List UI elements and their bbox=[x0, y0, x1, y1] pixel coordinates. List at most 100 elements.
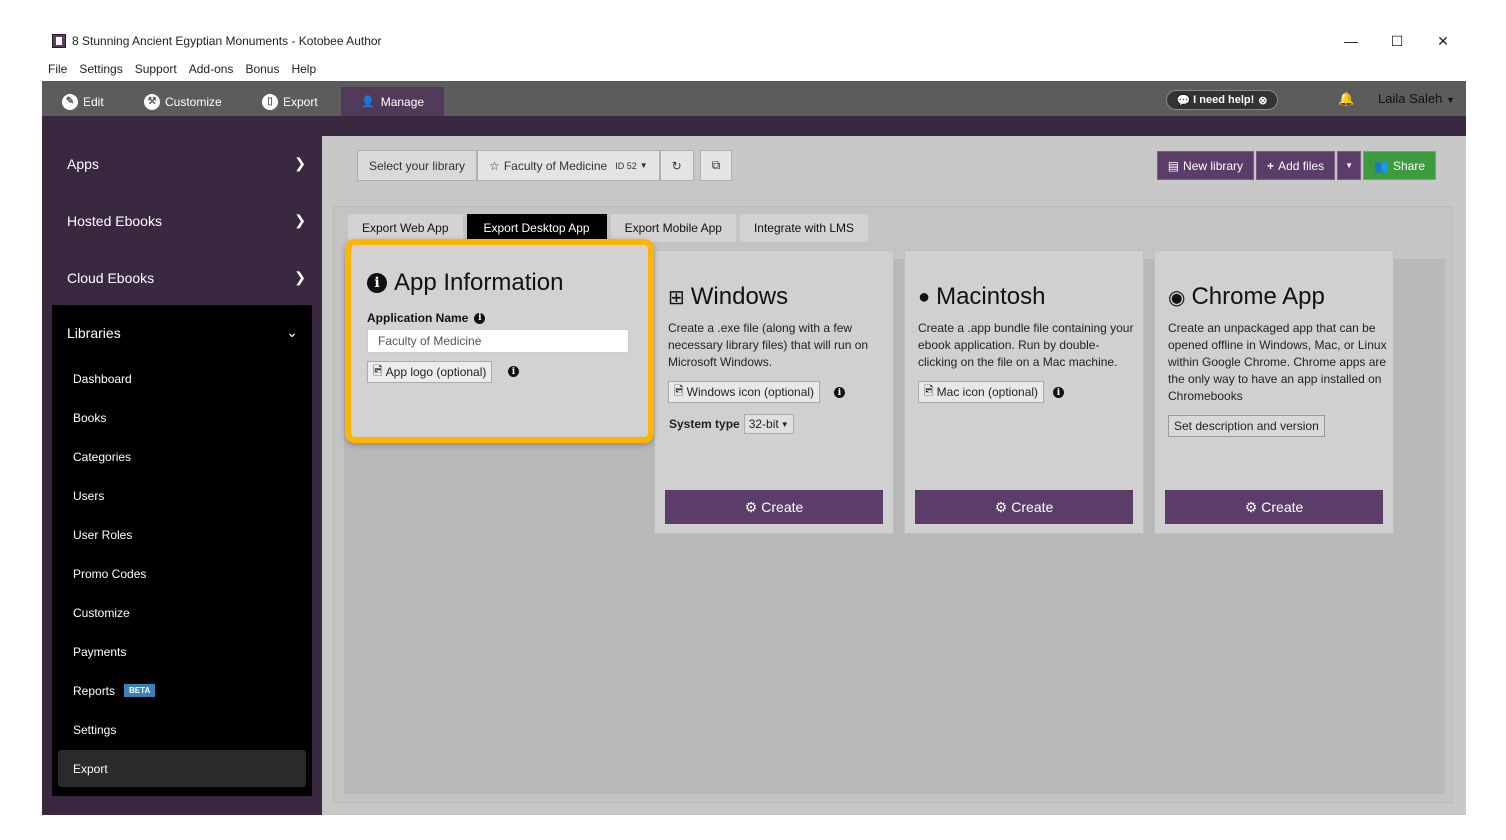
open-external-button[interactable]: ⧉ bbox=[699, 150, 733, 181]
refresh-button[interactable]: ↻ bbox=[659, 150, 694, 181]
select-library-label: Select your library bbox=[357, 150, 478, 181]
tab-customize[interactable]: ⚒ Customize bbox=[144, 87, 222, 116]
mac-icon-label: Mac icon (optional) bbox=[936, 385, 1039, 399]
info-icon[interactable]: i bbox=[508, 366, 519, 377]
maximize-button[interactable]: ☐ bbox=[1374, 25, 1420, 57]
application-name-input[interactable]: Faculty of Medicine bbox=[367, 329, 629, 353]
caret-down-icon: ▼ bbox=[639, 161, 648, 170]
sidebar-item-libraries[interactable]: Libraries ⌄ bbox=[52, 305, 312, 360]
info-icon[interactable]: i bbox=[474, 312, 486, 324]
application-name-label: Application Name i bbox=[367, 311, 486, 325]
create-label: Create bbox=[1261, 499, 1304, 515]
windows-card: ⊞ Windows Create a .exe file (along with… bbox=[654, 250, 894, 534]
tab-export-mobile-app[interactable]: Export Mobile App bbox=[610, 214, 736, 242]
minimize-button[interactable]: — bbox=[1328, 25, 1374, 57]
info-icon[interactable]: i bbox=[834, 387, 845, 398]
app-logo-label: App logo (optional) bbox=[385, 365, 487, 379]
windows-title: ⊞ Windows bbox=[668, 283, 788, 311]
add-files-dropdown[interactable]: ▼ bbox=[1337, 151, 1362, 180]
set-description-button[interactable]: Set description and version bbox=[1168, 415, 1325, 437]
windows-create-button[interactable]: ⚙ Create bbox=[665, 490, 883, 524]
system-type-label: System type bbox=[669, 417, 740, 431]
sidebar-item-reports[interactable]: Reports BETA bbox=[58, 672, 306, 709]
library-actions: ▤ New library + Add files ▼ 👥 Share bbox=[1155, 151, 1436, 180]
tablet-icon: ▯ bbox=[262, 93, 278, 110]
tab-export-desktop-app[interactable]: Export Desktop App bbox=[466, 214, 607, 242]
sidebar-item-apps[interactable]: Apps ❯ bbox=[42, 136, 322, 191]
windows-logo-icon: ⊞ bbox=[668, 286, 685, 309]
tab-integrate-lms[interactable]: Integrate with LMS bbox=[739, 214, 869, 242]
sidebar-item-label: Payments bbox=[73, 644, 127, 659]
add-files-button[interactable]: + Add files bbox=[1256, 151, 1336, 180]
sidebar-item-label: Books bbox=[73, 410, 107, 425]
menu-help[interactable]: Help bbox=[291, 62, 316, 76]
info-icon: i bbox=[367, 273, 387, 293]
library-id: ID 52 bbox=[615, 160, 637, 171]
window-title: 8 Stunning Ancient Egyptian Monuments - … bbox=[72, 34, 382, 48]
tab-export[interactable]: ▯ Export bbox=[262, 87, 318, 116]
sidebar-item-cloud-ebooks[interactable]: Cloud Ebooks ❯ bbox=[42, 250, 322, 305]
sidebar-item-export[interactable]: Export bbox=[58, 750, 306, 787]
bell-icon[interactable]: 🔔 bbox=[1338, 91, 1354, 107]
sidebar-item-categories[interactable]: Categories bbox=[58, 438, 306, 475]
sidebar-item-users[interactable]: Users bbox=[58, 477, 306, 514]
windows-description: Create a .exe file (along with a few nec… bbox=[668, 321, 869, 369]
windows-icon-label: Windows icon (optional) bbox=[686, 385, 815, 399]
top-nav-bar: ✎ Edit ⚒ Customize ▯ Export 👤 Manage 💬 I… bbox=[42, 81, 1466, 116]
menu-add-ons[interactable]: Add-ons bbox=[189, 62, 234, 76]
title-bar: 8 Stunning Ancient Egyptian Monuments - … bbox=[42, 25, 1466, 57]
app-information-title: i App Information bbox=[367, 269, 563, 297]
close-button[interactable]: ✕ bbox=[1420, 25, 1466, 57]
menu-file[interactable]: File bbox=[48, 62, 67, 76]
user-plus-icon: 👥 bbox=[1374, 158, 1389, 173]
gear-icon: ⚙ bbox=[994, 498, 1008, 515]
mac-icon-button[interactable]: 🖻 Mac icon (optional) bbox=[918, 381, 1045, 403]
sidebar-item-payments[interactable]: Payments bbox=[58, 633, 306, 670]
menu-bonus[interactable]: Bonus bbox=[245, 62, 279, 76]
new-library-button[interactable]: ▤ New library bbox=[1156, 151, 1255, 180]
app-information-title-text: App Information bbox=[394, 269, 564, 296]
menu-settings[interactable]: Settings bbox=[79, 62, 122, 76]
chrome-icon: ◉ bbox=[1168, 286, 1186, 309]
external-link-icon: ⧉ bbox=[711, 158, 721, 172]
chevron-right-icon: ❯ bbox=[294, 269, 306, 285]
sidebar-item-hosted-ebooks[interactable]: Hosted Ebooks ❯ bbox=[42, 193, 322, 248]
mac-card: ● Macintosh Create a .app bundle file co… bbox=[904, 250, 1144, 534]
comments-icon: 💬 bbox=[1176, 94, 1191, 107]
sidebar-item-promo-codes[interactable]: Promo Codes bbox=[58, 555, 306, 592]
menu-bar: File Settings Support Add-ons Bonus Help bbox=[42, 57, 1466, 81]
help-button[interactable]: 💬 I need help! ⊗ bbox=[1166, 90, 1278, 110]
caret-down-icon: ▼ bbox=[1345, 161, 1354, 170]
share-button[interactable]: 👥 Share bbox=[1363, 151, 1436, 180]
tab-export-web-app[interactable]: Export Web App bbox=[348, 214, 463, 242]
sidebar-item-label: Users bbox=[73, 488, 105, 503]
sidebar-item-label: Cloud Ebooks bbox=[67, 269, 155, 286]
tab-edit[interactable]: ✎ Edit bbox=[62, 87, 104, 116]
tab-export-label: Export bbox=[283, 94, 318, 109]
system-type-value: 32-bit bbox=[748, 417, 779, 431]
tab-manage[interactable]: 👤 Manage bbox=[341, 87, 445, 116]
sidebar-item-user-roles[interactable]: User Roles bbox=[58, 516, 306, 553]
sidebar-item-dashboard[interactable]: Dashboard bbox=[58, 360, 306, 397]
chrome-create-button[interactable]: ⚙ Create bbox=[1165, 490, 1383, 524]
menu-support[interactable]: Support bbox=[135, 62, 177, 76]
system-type-select[interactable]: 32-bit ▼ bbox=[743, 414, 794, 434]
refresh-icon: ↻ bbox=[671, 158, 682, 173]
library-dropdown[interactable]: ☆ Faculty of Medicine ID 52 ▼ bbox=[477, 150, 660, 181]
sidebar-item-settings[interactable]: Settings bbox=[58, 711, 306, 748]
app-logo-button[interactable]: 🖻 App logo (optional) bbox=[367, 361, 493, 383]
libraries-section: Libraries ⌄ Dashboard Books Categories U… bbox=[52, 305, 312, 796]
window-controls: — ☐ ✕ bbox=[1328, 25, 1466, 57]
sidebar-item-label: Export bbox=[73, 761, 108, 776]
mac-create-button[interactable]: ⚙ Create bbox=[915, 490, 1133, 524]
user-menu[interactable]: Laila Saleh ▼ bbox=[1378, 91, 1455, 106]
windows-icon-button[interactable]: 🖻 Windows icon (optional) bbox=[668, 381, 821, 403]
sidebar-item-books[interactable]: Books bbox=[58, 399, 306, 436]
star-icon: ☆ bbox=[489, 158, 500, 173]
sidebar-item-customize[interactable]: Customize bbox=[58, 594, 306, 631]
new-library-label: New library bbox=[1183, 158, 1244, 173]
apple-icon: ● bbox=[918, 285, 931, 308]
info-icon[interactable]: i bbox=[1053, 387, 1064, 398]
pencil-icon: ✎ bbox=[62, 93, 78, 110]
beta-badge: BETA bbox=[124, 684, 156, 697]
